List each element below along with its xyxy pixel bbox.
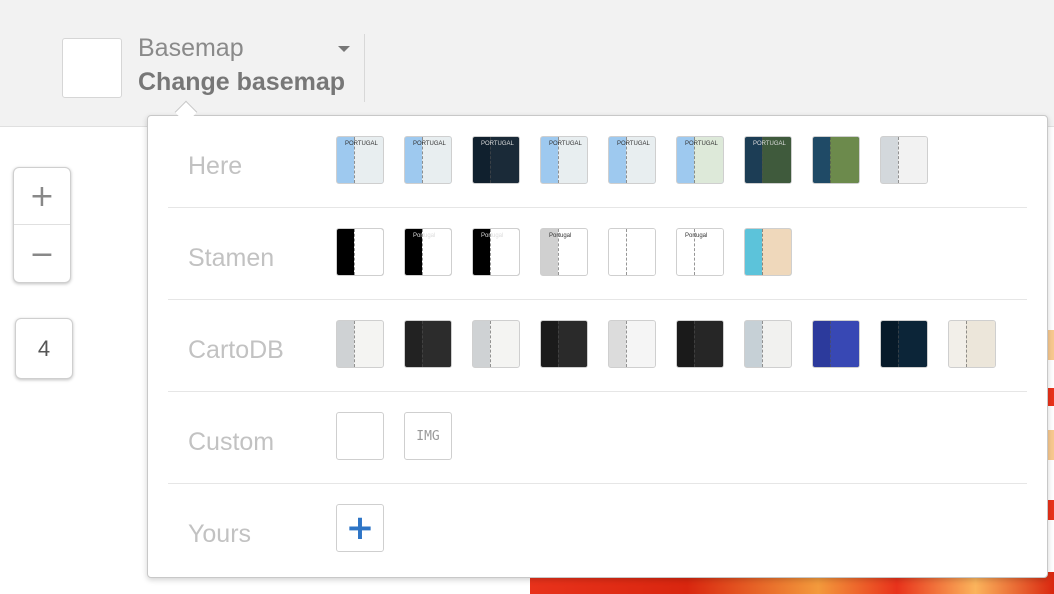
thumbnail-list: PORTUGAL PORTUGAL PORTUGAL PORTUGAL PORTUGAL… [336,136,928,184]
thumbnail-label: PORTUGAL [549,141,582,147]
thumbnail-coastline [625,321,632,367]
caret-down-icon[interactable] [338,46,350,52]
basemap-thumbnail[interactable] [336,320,384,368]
thumbnail-coastline [421,321,428,367]
custom-basemap-color[interactable] [336,412,384,460]
basemap-section-cartodb: CartoDB [168,300,1027,392]
basemap-thumbnail[interactable]: Portugal [404,228,452,276]
thumbnail-coastline [625,229,632,275]
basemap-thumbnail[interactable] [812,320,860,368]
thumbnail-label: PORTUGAL [413,141,446,147]
thumbnail-label: Portugal [549,233,572,239]
basemap-thumbnail[interactable]: PORTUGAL [472,136,520,184]
basemap-thumbnail[interactable]: PORTUGAL [336,136,384,184]
zoom-in-button[interactable]: + [14,168,70,225]
section-label: CartoDB [188,336,284,364]
basemap-section-custom: Custom IMG [168,392,1027,484]
change-basemap-label[interactable]: Change basemap [138,68,345,97]
basemap-title[interactable]: Basemap [138,34,244,63]
basemap-thumbnail[interactable] [880,136,928,184]
zoom-level-indicator: 4 [15,318,73,379]
basemap-thumbnail[interactable]: PORTUGAL [404,136,452,184]
basemap-section-yours: Yours + [168,484,1027,576]
basemap-thumbnail[interactable] [744,228,792,276]
custom-basemap-image-button[interactable]: IMG [404,412,452,460]
basemap-thumbnail[interactable]: Portugal [540,228,588,276]
thumbnail-label: Portugal [481,233,504,239]
basemap-toolbar: Basemap Change basemap [0,0,1054,127]
basemap-thumbnail[interactable] [540,320,588,368]
basemap-thumbnail[interactable]: Portugal [472,228,520,276]
basemap-thumbnail[interactable]: PORTUGAL [676,136,724,184]
thumbnail-coastline [761,321,768,367]
basemap-thumbnail[interactable] [404,320,452,368]
thumbnail-coastline [761,229,768,275]
thumbnail-label: PORTUGAL [617,141,650,147]
thumbnail-coastline [965,321,972,367]
section-label: Yours [188,520,252,548]
basemap-section-stamen: Stamen Portugal Portugal Portugal Portugal [168,208,1027,300]
section-label: Custom [188,428,275,456]
basemap-thumbnail[interactable] [608,320,656,368]
basemap-thumbnail[interactable] [812,136,860,184]
basemap-thumbnail[interactable] [676,320,724,368]
thumbnail-coastline [557,321,564,367]
thumbnail-label: PORTUGAL [481,141,514,147]
basemap-thumbnail[interactable]: PORTUGAL [744,136,792,184]
basemap-dropdown-panel: Here PORTUGAL PORTUGAL PORTUGAL PORTUGAL POR… [147,115,1048,578]
basemap-thumbnail[interactable] [948,320,996,368]
basemap-thumbnail[interactable] [880,320,928,368]
thumbnail-list: IMG [336,412,452,460]
thumbnail-list: Portugal Portugal Portugal Portugal [336,228,792,276]
add-basemap-button[interactable]: + [336,504,384,552]
toolbar-divider [364,34,365,102]
thumbnail-label: Portugal [685,233,708,239]
thumbnail-coastline [693,321,700,367]
basemap-thumbnail[interactable]: PORTUGAL [608,136,656,184]
zoom-out-button[interactable]: − [14,226,70,283]
thumbnail-coastline [829,321,836,367]
basemap-thumbnail[interactable]: PORTUGAL [540,136,588,184]
thumbnail-label: Portugal [413,233,436,239]
thumbnail-coastline [897,321,904,367]
basemap-thumbnail[interactable] [608,228,656,276]
section-label: Here [188,152,243,180]
thumbnail-coastline [829,137,836,183]
thumbnail-label: PORTUGAL [345,141,378,147]
thumbnail-label: PORTUGAL [685,141,718,147]
current-basemap-thumbnail[interactable] [62,38,122,98]
basemap-thumbnail[interactable] [336,228,384,276]
basemap-thumbnail[interactable] [744,320,792,368]
thumbnail-coastline [353,321,360,367]
thumbnail-coastline [897,137,904,183]
basemap-section-here: Here PORTUGAL PORTUGAL PORTUGAL PORTUGAL POR… [168,116,1027,208]
basemap-thumbnail[interactable]: Portugal [676,228,724,276]
thumbnail-coastline [489,321,496,367]
thumbnail-list [336,320,996,368]
thumbnail-coastline [353,229,360,275]
basemap-thumbnail[interactable] [472,320,520,368]
zoom-control: + − [13,167,71,283]
section-label: Stamen [188,244,275,272]
thumbnail-list: + [336,504,384,552]
thumbnail-label: PORTUGAL [753,141,786,147]
